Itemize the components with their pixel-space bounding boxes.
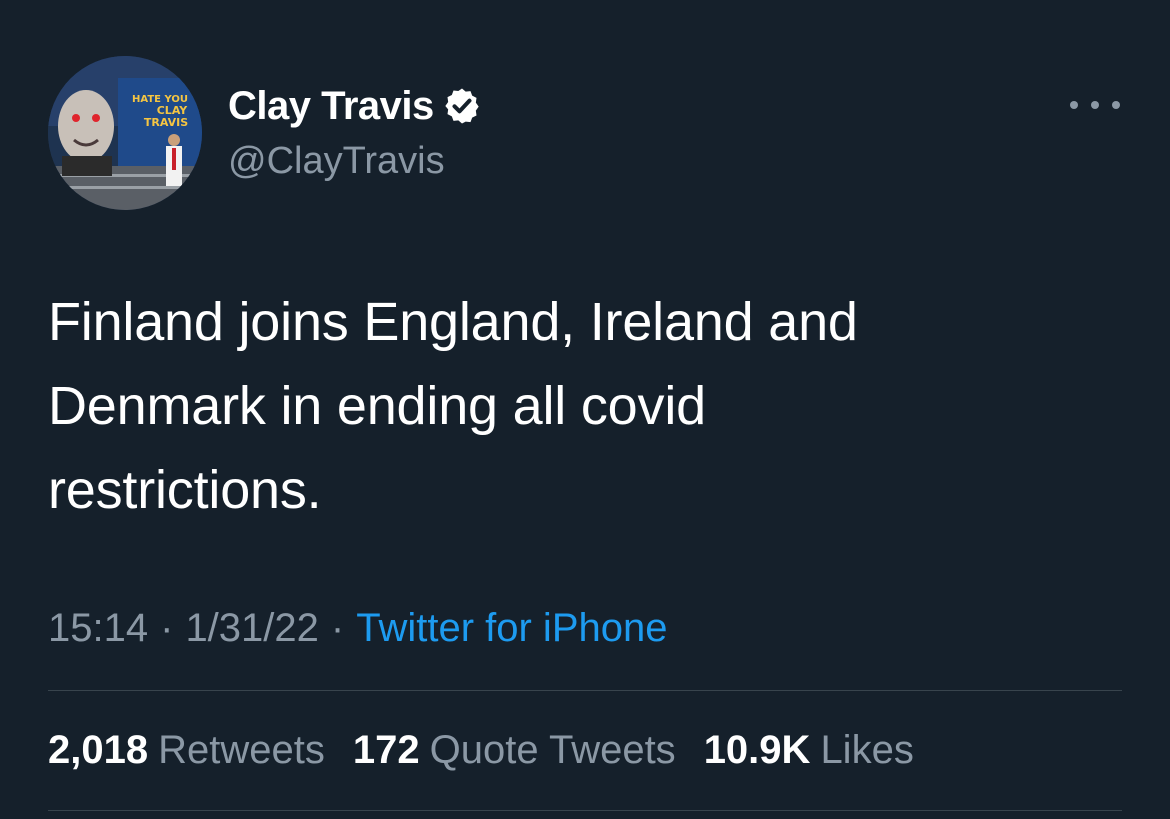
tweet-date[interactable]: 1/31/22 (185, 606, 318, 650)
retweets-stat[interactable]: 2,018 Retweets (48, 726, 325, 774)
author-display-name[interactable]: Clay Travis (228, 82, 434, 130)
tweet-meta: 15:14 · 1/31/22 · Twitter for iPhone (48, 604, 667, 652)
tweet-text: Finland joins England, Ireland and Denma… (48, 280, 1108, 532)
svg-text:TRAVIS: TRAVIS (144, 116, 188, 129)
quote-tweets-label: Quote Tweets (429, 728, 676, 772)
divider (48, 810, 1122, 811)
quote-tweets-stat[interactable]: 172 Quote Tweets (353, 726, 676, 774)
meta-separator: · (330, 606, 345, 650)
divider (48, 690, 1122, 691)
tweet-text-line: Finland joins England, Ireland and (48, 292, 858, 352)
more-options-icon[interactable] (1070, 90, 1120, 120)
verified-badge-icon (442, 86, 482, 126)
more-dot (1112, 101, 1120, 109)
retweets-count: 2,018 (48, 728, 149, 772)
author-handle[interactable]: @ClayTravis (228, 138, 445, 184)
tweet-source-link[interactable]: Twitter for iPhone (356, 606, 667, 650)
tweet-detail: HATE YOU CLAY TRAVIS Clay Travis @ClayTr… (0, 0, 1170, 819)
likes-stat[interactable]: 10.9K Likes (704, 726, 914, 774)
tweet-stats: 2,018 Retweets 172 Quote Tweets 10.9K Likes (48, 726, 942, 774)
retweets-label: Retweets (158, 728, 325, 772)
author-name-row[interactable]: Clay Travis (228, 82, 482, 130)
likes-label: Likes (820, 728, 914, 772)
more-dot (1091, 101, 1099, 109)
avatar[interactable]: HATE YOU CLAY TRAVIS (48, 56, 202, 210)
meta-separator: · (160, 606, 174, 650)
likes-count: 10.9K (703, 728, 811, 772)
tweet-time[interactable]: 15:14 (48, 606, 148, 650)
avatar-image: HATE YOU CLAY TRAVIS (48, 56, 202, 210)
tweet-text-line: Denmark in ending all covid (48, 376, 706, 436)
quote-tweets-count: 172 (352, 728, 420, 772)
more-dot (1070, 101, 1078, 109)
tweet-text-line: restrictions. (48, 460, 322, 520)
